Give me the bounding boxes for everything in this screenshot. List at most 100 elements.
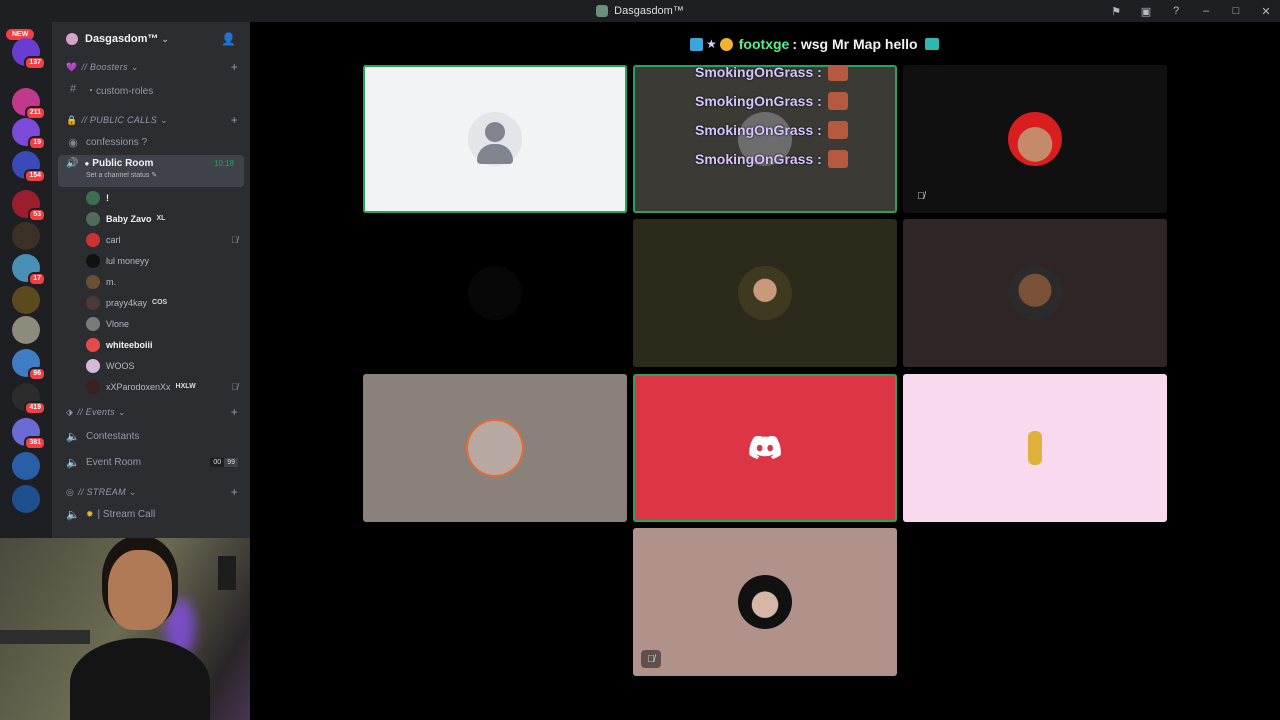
voice-user-name: m. xyxy=(106,276,116,287)
counter-current: 00 xyxy=(210,457,225,467)
channel-contestants[interactable]: 🔈 Contestants xyxy=(52,423,250,449)
maximize-icon[interactable]: □ xyxy=(1228,5,1244,17)
channel-timer: 10:18 xyxy=(213,159,234,168)
webcam-person xyxy=(70,548,210,720)
voice-user[interactable]: m. xyxy=(52,271,250,292)
speaker-icon: 🔊 xyxy=(66,158,79,169)
server-icon[interactable] xyxy=(12,286,40,314)
category-events[interactable]: ⬗ // Events ⌄ + xyxy=(52,401,250,423)
avatar xyxy=(86,316,100,331)
participant-tile[interactable]: 🎙̸ xyxy=(903,65,1167,213)
server-header[interactable]: Dasgasdom™ ⌄ 👤 xyxy=(52,22,250,56)
user-avatar xyxy=(738,266,792,320)
category-stream[interactable]: ◎ // STREAM ⌄ + xyxy=(52,481,250,503)
inbox-flag-icon[interactable]: ⚑ xyxy=(1108,5,1124,18)
speaker-icon: 🔈 xyxy=(66,456,80,469)
voice-user[interactable]: lul moneyy xyxy=(52,250,250,271)
server-icon[interactable]: 154 xyxy=(12,151,46,183)
server-icon[interactable]: 53 xyxy=(12,190,46,222)
mention-badge: 17 xyxy=(28,272,46,286)
plus-icon[interactable]: + xyxy=(231,485,238,499)
server-icon[interactable]: 17 xyxy=(12,254,46,286)
server-icon[interactable] xyxy=(12,485,40,513)
close-icon[interactable]: ✕ xyxy=(1258,5,1274,18)
discord-window: Dasgasdom™ ⚑ ▣ ? – □ ✕ NEW 137 211 19 154 53… xyxy=(0,0,1280,720)
server-icon[interactable]: 211 xyxy=(12,88,46,120)
voice-user[interactable]: carl 🎙̸ xyxy=(52,229,250,250)
participant-tile[interactable]: SmokingOnGrass : SmokingOnGrass : SmokingO… xyxy=(633,65,897,213)
voice-user[interactable]: ! xyxy=(52,187,250,208)
voice-user-name: xXParodoxenXx xyxy=(106,381,171,392)
pin-icon: ⬗ xyxy=(66,406,74,417)
voice-user-name: Baby Zavo xyxy=(106,213,152,224)
mention-badge: 53 xyxy=(28,208,46,222)
voice-user-name: carl xyxy=(106,234,121,245)
message-banner: ★ footxge : wsg Mr Map hello xyxy=(690,34,939,54)
mic-slash-icon: 🎙̸ xyxy=(641,650,661,668)
server-icon[interactable]: 419 xyxy=(12,383,46,415)
voice-user[interactable]: whiteeboiii xyxy=(52,334,250,355)
voice-user[interactable]: prayy4kay COS xyxy=(52,292,250,313)
plus-icon[interactable]: + xyxy=(231,405,238,419)
overlay-chat-text: SmokingOnGrass : xyxy=(695,151,822,167)
category-boosters[interactable]: 💜 // Boosters ⌄ + xyxy=(52,56,250,78)
minimize-icon[interactable]: – xyxy=(1198,5,1214,17)
voice-user-name: Vlone xyxy=(106,318,130,329)
window-title-text: Dasgasdom™ xyxy=(614,5,684,17)
invite-icon[interactable]: 👤 xyxy=(221,32,236,46)
avatar xyxy=(86,232,100,247)
person-head xyxy=(108,550,172,630)
participant-tile[interactable] xyxy=(903,374,1167,522)
channel-custom-roles[interactable]: # ・custom-roles xyxy=(52,78,250,100)
window-controls: ⚑ ▣ ? – □ ✕ xyxy=(1108,0,1274,22)
user-avatar xyxy=(1008,421,1062,475)
mic-slash-icon: 🎙̸ xyxy=(231,381,238,392)
participant-tile[interactable] xyxy=(363,65,627,213)
channel-label: Contestants xyxy=(86,430,140,442)
server-icon[interactable]: 137 xyxy=(12,38,46,70)
participant-tile[interactable]: 🎙̸ xyxy=(633,528,897,676)
category-label: // Events xyxy=(77,407,115,417)
channel-confessions[interactable]: ◉ confessions ? xyxy=(52,131,250,153)
server-logo-icon xyxy=(596,5,609,17)
chevron-down-icon: ⌄ xyxy=(128,486,137,497)
channel-status[interactable]: Set a channel status ✎ xyxy=(86,171,157,179)
channel-stream-call[interactable]: 🔈 ✹ | Stream Call xyxy=(52,503,250,525)
server-name: Dasgasdom™ xyxy=(85,33,159,45)
channel-event-room[interactable]: 🔈 Event Room 00 99 xyxy=(52,449,250,475)
category-public-calls[interactable]: 🔒 // PUBLIC CALLS ⌄ + xyxy=(52,109,250,131)
plus-icon[interactable]: + xyxy=(231,60,238,74)
server-icon[interactable] xyxy=(12,222,40,250)
user-avatar xyxy=(1008,266,1062,320)
voice-call-grid: ★ footxge : wsg Mr Map hello SmokingOnGr… xyxy=(250,22,1280,720)
participant-tile[interactable] xyxy=(633,219,897,367)
participant-tile[interactable] xyxy=(903,219,1167,367)
emoji-icon xyxy=(827,150,848,168)
mention-badge: 419 xyxy=(24,401,46,415)
plus-icon[interactable]: + xyxy=(231,113,238,127)
voice-user-name: lul moneyy xyxy=(106,255,150,266)
voice-user[interactable]: xXParodoxenXx HXLW 🎙̸ xyxy=(52,376,250,397)
guild-tag: XL xyxy=(156,215,166,222)
person-body xyxy=(70,638,210,720)
voice-user[interactable]: WOOS xyxy=(52,355,250,376)
participant-tile[interactable] xyxy=(633,374,897,522)
help-icon[interactable]: ? xyxy=(1168,5,1184,17)
participant-tile[interactable] xyxy=(363,374,627,522)
voice-user[interactable]: Baby Zavo XL xyxy=(52,208,250,229)
participant-tile[interactable] xyxy=(363,219,627,367)
category-label: // Boosters xyxy=(81,62,128,72)
overlay-chat-line: SmokingOnGrass : xyxy=(695,121,848,139)
server-icon[interactable]: 381 xyxy=(12,418,46,450)
inbox-icon[interactable]: ▣ xyxy=(1138,5,1154,18)
channel-emoji-icon: ● xyxy=(84,159,90,168)
channel-label: confessions ? xyxy=(86,136,148,148)
avatar xyxy=(86,274,100,289)
server-icon[interactable] xyxy=(12,452,40,480)
server-icon[interactable] xyxy=(12,316,40,344)
channel-public-room[interactable]: 🔊 ● Public Room 10:18 Set a channel stat… xyxy=(58,155,244,187)
voice-user[interactable]: Vlone xyxy=(52,313,250,334)
banner-message: : wsg Mr Map hello xyxy=(792,36,918,52)
server-icon[interactable]: 19 xyxy=(12,118,46,150)
server-icon[interactable]: 96 xyxy=(12,349,46,381)
